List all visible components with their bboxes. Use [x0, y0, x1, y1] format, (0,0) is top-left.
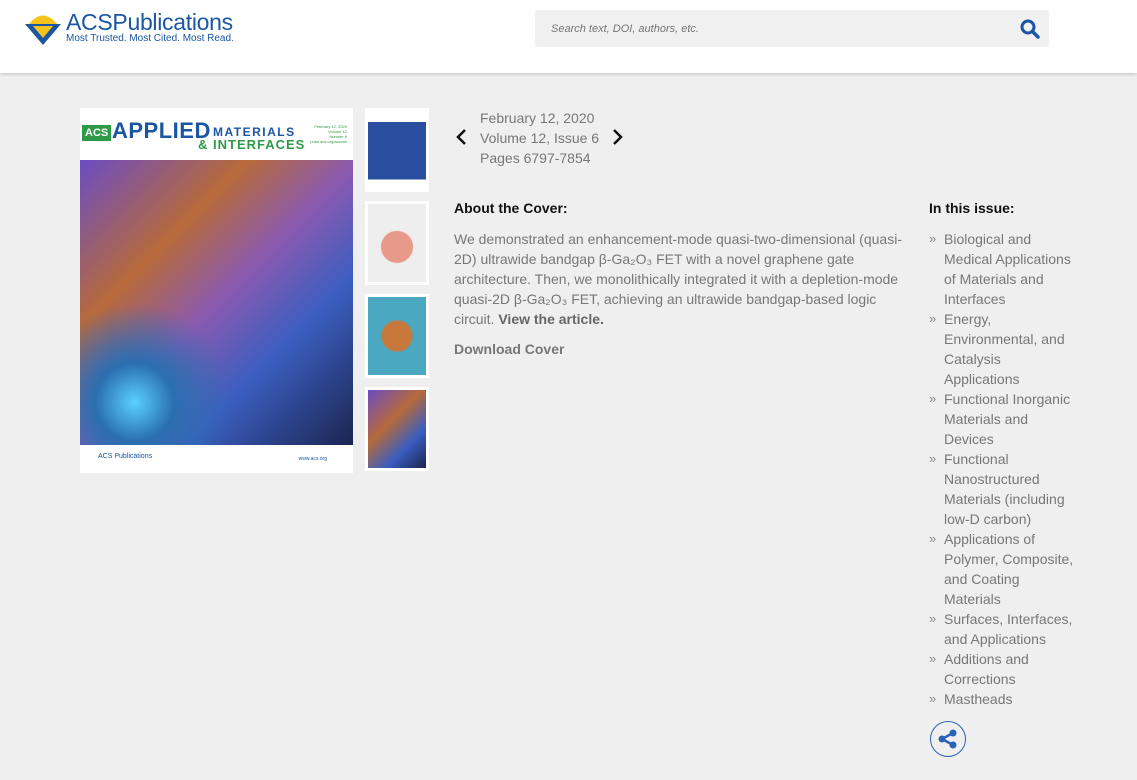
share-button[interactable] — [930, 721, 966, 757]
cover-meta: February 12, 2020 Volume 12 Number 6 pubs.a… — [310, 124, 347, 144]
logo-publications: Publications — [112, 9, 233, 35]
issue-section-link[interactable]: » Energy, Environmental, and Catalysis Ap… — [929, 309, 1079, 389]
issue-section-link[interactable]: » Surfaces, Interfaces, and Applications — [929, 609, 1079, 649]
about-heading: About the Cover: — [454, 200, 568, 216]
issue-pages: Pages 6797-7854 — [480, 150, 591, 166]
previous-issue-chevron-icon[interactable] — [454, 127, 468, 147]
double-chevron-right-icon: » — [929, 451, 937, 466]
search-icon[interactable] — [1019, 18, 1041, 40]
share-icon — [938, 729, 957, 749]
issue-volume: Volume 12, Issue 6 — [480, 130, 600, 146]
cover-applied: APPLIED — [112, 118, 211, 143]
section-label: Functional Nanostructured Materials (inc… — [944, 451, 1065, 527]
site-header: ACSPublications Most Trusted. Most Cited… — [0, 0, 1137, 73]
issue-section-link[interactable]: » Functional Inorganic Materials and Devi… — [929, 389, 1079, 449]
search-bar — [535, 10, 1049, 47]
issue-date: February 12, 2020 — [480, 110, 595, 126]
journal-cover-image[interactable]: ACS APPLIED MATERIALS & INTERFACES Febru… — [80, 108, 353, 473]
cover-footer-url: www.acs.org — [298, 456, 327, 462]
about-the-cover: About the Cover: We demonstrated an enha… — [454, 200, 904, 357]
double-chevron-right-icon: » — [929, 651, 937, 666]
double-chevron-right-icon: » — [929, 231, 937, 246]
issue-section-link[interactable]: » Functional Nanostructured Materials (in… — [929, 449, 1079, 529]
section-label: Applications of Polymer, Composite, and … — [944, 531, 1074, 607]
cover-thumbnail[interactable] — [365, 387, 429, 471]
view-article-link[interactable]: View the article. — [498, 311, 604, 327]
logo-acs: ACS — [66, 9, 113, 35]
section-label: Mastheads — [944, 691, 1013, 707]
cover-thumbnail[interactable] — [365, 201, 429, 285]
next-issue-chevron-icon[interactable] — [611, 127, 625, 147]
cover-artwork — [80, 160, 353, 445]
in-this-issue-heading: In this issue: — [929, 200, 1015, 216]
acs-publications-logo[interactable]: ACSPublications Most Trusted. Most Cited… — [24, 11, 234, 45]
in-this-issue: In this issue: » Biological and Medical A… — [929, 200, 1079, 709]
cover-footer-logo: ACS Publications — [98, 453, 153, 460]
issue-section-link[interactable]: » Applications of Polymer, Composite, and… — [929, 529, 1079, 609]
double-chevron-right-icon: » — [929, 531, 937, 546]
logo-tagline: Most Trusted. Most Cited. Most Read. — [66, 33, 234, 44]
cover-meta-line: pubs.acs.org/acsami — [310, 139, 347, 144]
acs-seal-icon — [25, 15, 61, 45]
section-label: Energy, Environmental, and Catalysis App… — [944, 311, 1065, 387]
issue-section-link[interactable]: » Biological and Medical Applications of … — [929, 229, 1079, 309]
section-label: Functional Inorganic Materials and Devic… — [944, 391, 1071, 447]
search-input[interactable] — [535, 10, 995, 47]
double-chevron-right-icon: » — [929, 611, 937, 626]
double-chevron-right-icon: » — [929, 311, 937, 326]
double-chevron-right-icon: » — [929, 691, 937, 706]
issue-section-link[interactable]: » Mastheads — [929, 689, 1079, 709]
section-label: Biological and Medical Applications of M… — [944, 231, 1071, 307]
issue-section-link[interactable]: » Additions and Corrections — [929, 649, 1079, 689]
cover-acs: ACS — [82, 125, 112, 141]
section-label: Surfaces, Interfaces, and Applications — [944, 611, 1073, 647]
cover-interfaces: & INTERFACES — [198, 137, 306, 152]
download-cover-link[interactable]: Download Cover — [454, 341, 904, 357]
cover-thumbnail[interactable] — [365, 294, 429, 378]
cover-thumbnail[interactable] — [365, 108, 429, 192]
section-label: Additions and Corrections — [944, 651, 1029, 687]
double-chevron-right-icon: » — [929, 391, 937, 406]
